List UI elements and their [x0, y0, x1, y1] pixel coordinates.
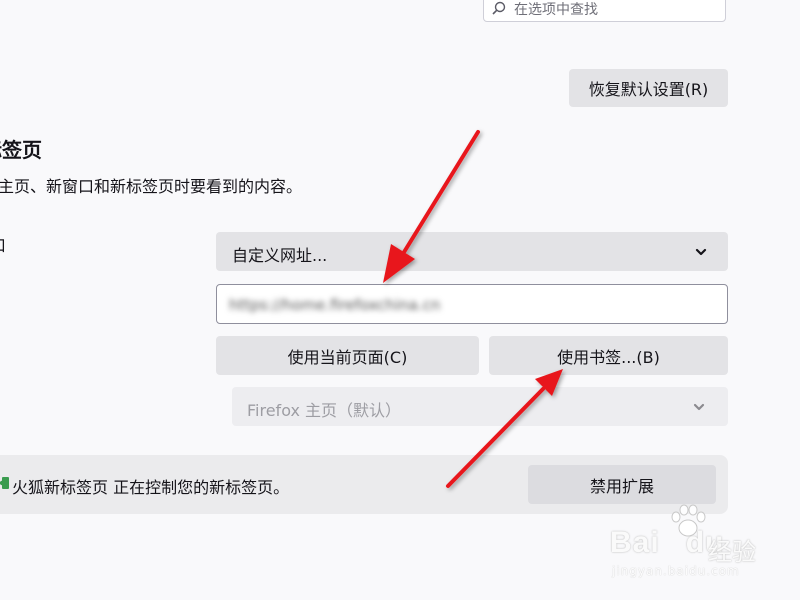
section-title: 标签页 — [0, 138, 42, 162]
section-description: 主页、新窗口和新标签页时要看到的内容。 — [0, 177, 303, 196]
search-input[interactable] — [514, 2, 714, 18]
disable-extension-button[interactable]: 禁用扩展 — [528, 465, 716, 504]
extension-control-message: 火狐新标签页 正在控制您的新标签页。 — [12, 478, 290, 497]
restore-defaults-button[interactable]: 恢复默认设置(R) — [569, 69, 728, 107]
homepage-url-input[interactable] — [229, 295, 529, 315]
search-icon — [492, 1, 506, 15]
newtab-select-value: Firefox 主页（默认） — [247, 401, 402, 420]
watermark-cn: 经验 — [708, 538, 756, 566]
homepage-select-value: 自定义网址... — [232, 246, 328, 265]
puzzle-icon — [0, 477, 9, 489]
baidu-watermark: Bai du 经验 jingyan.baidu.com — [610, 504, 760, 580]
use-current-page-button[interactable]: 使用当前页面(C) — [216, 336, 479, 375]
extension-control-banner: 火狐新标签页 正在控制您的新标签页。 禁用扩展 — [0, 455, 728, 514]
homepage-row-label: 口 — [0, 232, 6, 256]
homepage-url-field[interactable] — [216, 284, 728, 324]
watermark-url: jingyan.baidu.com — [612, 564, 740, 578]
chevron-down-icon — [695, 248, 707, 256]
use-bookmark-button[interactable]: 使用书签...(B) — [489, 336, 728, 375]
watermark-brand: Bai du — [610, 526, 725, 559]
chevron-down-icon — [693, 403, 705, 411]
newtab-select: Firefox 主页（默认） — [232, 387, 728, 426]
search-box[interactable] — [483, 0, 726, 22]
homepage-select[interactable]: 自定义网址... — [216, 232, 728, 271]
